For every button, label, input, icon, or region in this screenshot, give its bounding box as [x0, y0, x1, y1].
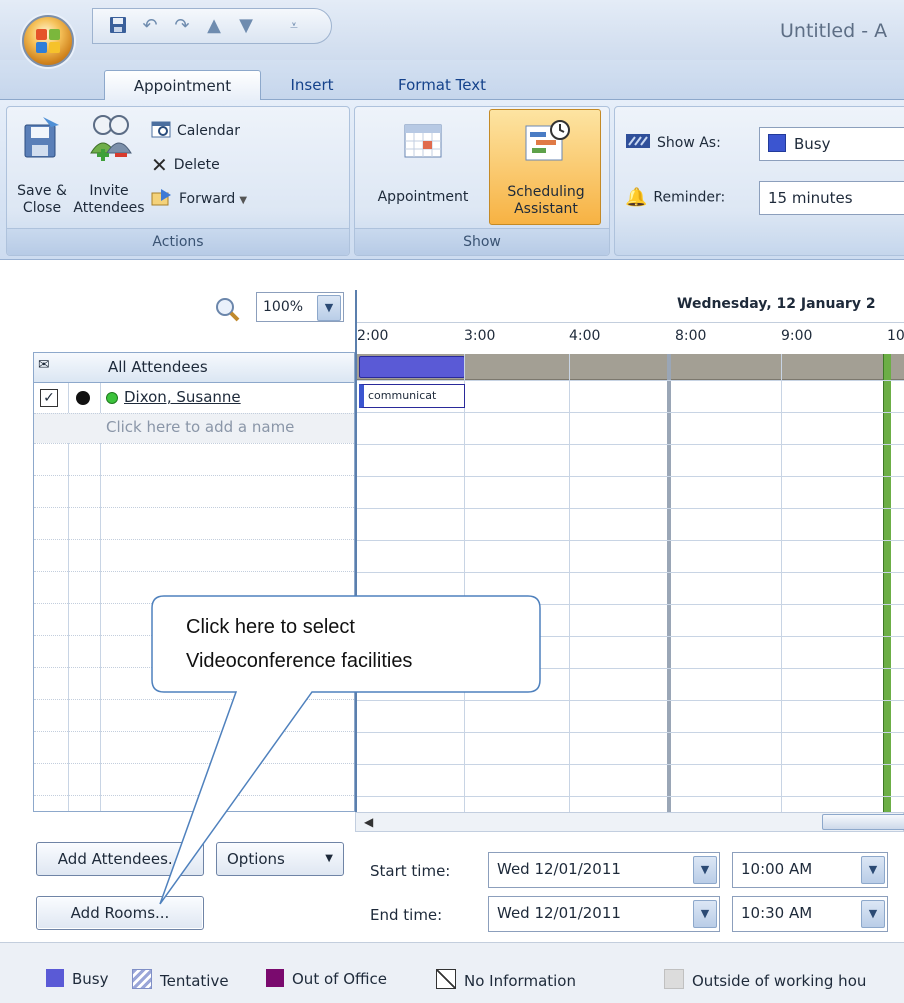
- callout-line-2: Videoconference facilities: [186, 650, 413, 672]
- callout-line-1: Click here to select: [186, 616, 355, 638]
- callout-bubble: [151, 595, 541, 905]
- callout-text: Click here to select Videoconference fac…: [186, 610, 536, 678]
